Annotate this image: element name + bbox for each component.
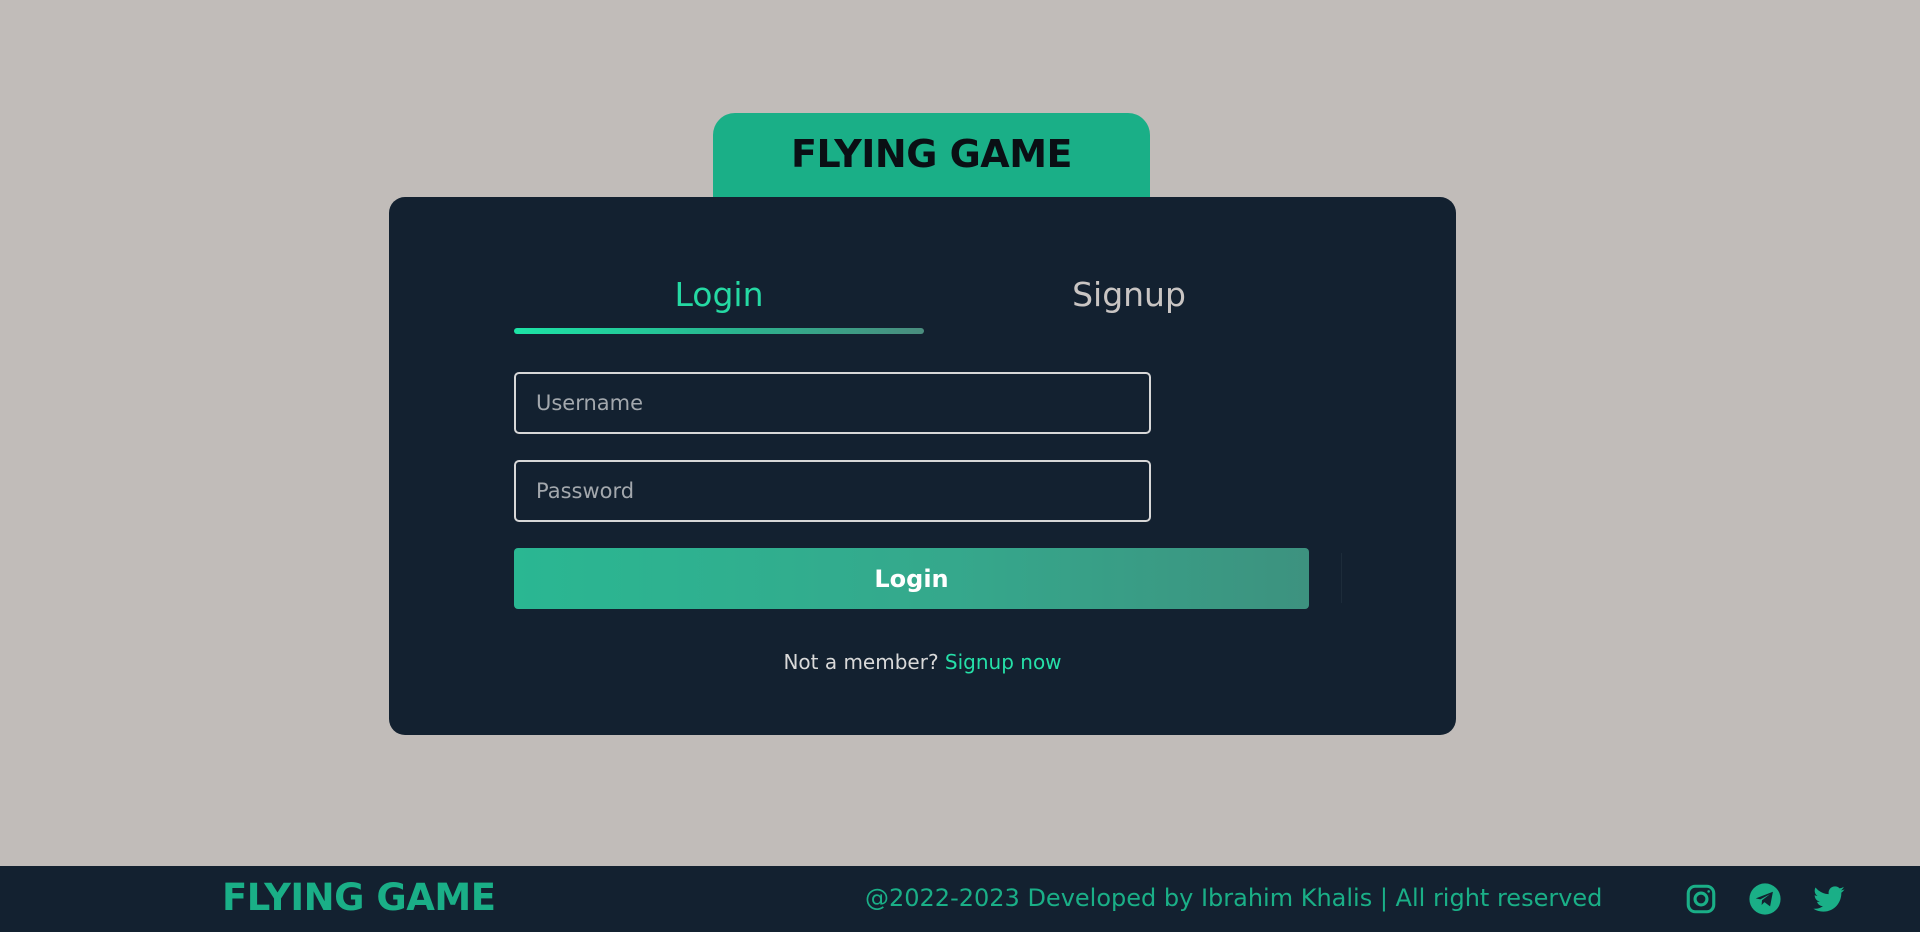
- login-button[interactable]: Login: [514, 548, 1309, 609]
- signup-now-link[interactable]: Signup now: [945, 650, 1062, 674]
- divider: [1341, 553, 1342, 603]
- signup-prompt-text: Not a member?: [783, 650, 939, 674]
- footer-brand: FLYING GAME: [222, 876, 496, 919]
- auth-card: Login Signup Login Not a member? Signup …: [389, 197, 1456, 735]
- brand-title: FLYING GAME: [790, 132, 1073, 176]
- active-tab-indicator: [514, 328, 924, 334]
- twitter-icon[interactable]: [1811, 881, 1847, 917]
- page: FLYING GAME Login Signup Login Not a mem…: [0, 0, 1920, 932]
- password-input[interactable]: [514, 460, 1151, 522]
- auth-tabs: Login Signup: [514, 275, 1334, 335]
- page-footer: FLYING GAME @2022-2023 Developed by Ibra…: [0, 866, 1920, 932]
- signup-prompt: Not a member? Signup now: [389, 650, 1456, 674]
- footer-copyright: @2022-2023 Developed by Ibrahim Khalis |…: [865, 884, 1603, 912]
- social-links: [1683, 881, 1847, 917]
- tab-login[interactable]: Login: [514, 275, 924, 314]
- brand-header: FLYING GAME: [713, 113, 1150, 203]
- telegram-icon[interactable]: [1747, 881, 1783, 917]
- username-input[interactable]: [514, 372, 1151, 434]
- tab-signup[interactable]: Signup: [924, 275, 1334, 314]
- instagram-icon[interactable]: [1683, 881, 1719, 917]
